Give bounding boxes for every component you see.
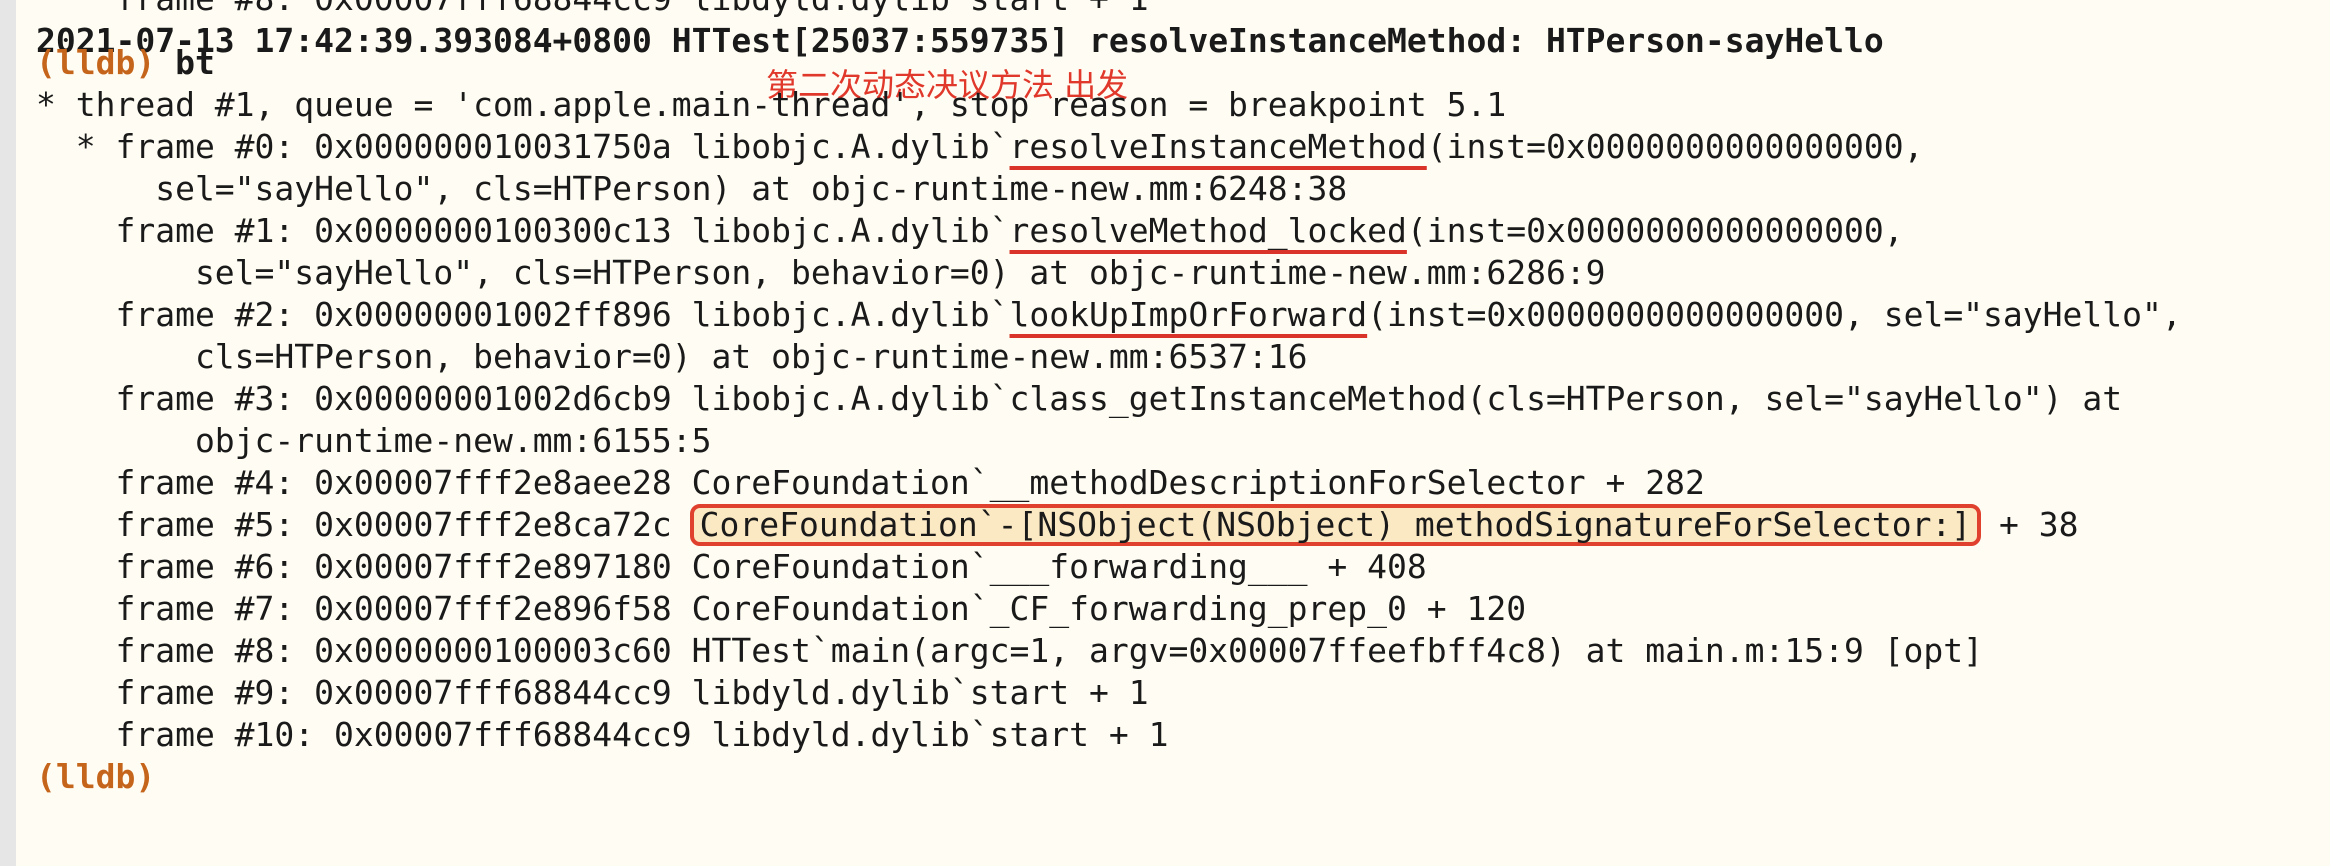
console-line-partial: frame #8: 0x00007fff68844cc9 libdyld.dyl… — [36, 0, 1148, 20]
frame-2-continuation: cls=HTPerson, behavior=0) at objc-runtim… — [36, 337, 1308, 376]
frame-4-line: frame #4: 0x00007fff2e8aee28 CoreFoundat… — [36, 463, 1705, 502]
frame-3-continuation: objc-runtime-new.mm:6155:5 — [36, 421, 712, 460]
frame-10-line: frame #10: 0x00007fff68844cc9 libdyld.dy… — [36, 715, 1169, 754]
frame-0-line: * frame #0: 0x000000010031750a libobjc.A… — [36, 127, 1924, 166]
resolve-method-locked-underline: resolveMethod_locked — [1009, 211, 1407, 250]
end-prompt-line[interactable]: (lldb) — [36, 756, 155, 798]
log-output-line: 2021-07-13 17:42:39.393084+0800 HTTest[2… — [36, 21, 1884, 60]
frame-2-line: frame #2: 0x00000001002ff896 libobjc.A.d… — [36, 295, 2182, 334]
thread-line: * thread #1, queue = 'com.apple.main-thr… — [36, 85, 1507, 124]
frame-6-line: frame #6: 0x00007fff2e897180 CoreFoundat… — [36, 547, 1427, 586]
lldb-prompt: (lldb) — [36, 43, 156, 82]
lldb-prompt-end: (lldb) — [36, 757, 156, 796]
frame-7-line: frame #7: 0x00007fff2e896f58 CoreFoundat… — [36, 589, 1527, 628]
bt-command: bt — [155, 43, 215, 82]
frame-1-line: frame #1: 0x0000000100300c13 libobjc.A.d… — [36, 211, 1904, 250]
frame-5-line: frame #5: 0x00007fff2e8ca72c CoreFoundat… — [36, 504, 2079, 546]
frame-1-continuation: sel="sayHello", cls=HTPerson, behavior=0… — [36, 253, 1606, 292]
method-signature-highlight-box: CoreFoundation`-[NSObject(NSObject) meth… — [689, 504, 1982, 546]
resolve-instance-method-underline: resolveInstanceMethod — [1009, 127, 1427, 166]
debug-console[interactable]: frame #8: 0x00007fff68844cc9 libdyld.dyl… — [0, 0, 2330, 866]
frame-3-line: frame #3: 0x00000001002d6cb9 libobjc.A.d… — [36, 379, 2123, 418]
command-line: (lldb) bt — [36, 42, 215, 84]
lookup-imp-or-forward-underline: lookUpImpOrForward — [1009, 295, 1368, 334]
frame-0-continuation: sel="sayHello", cls=HTPerson) at objc-ru… — [36, 169, 1348, 208]
frame-8-line: frame #8: 0x0000000100003c60 HTTest`main… — [36, 631, 1984, 670]
frame-9-line: frame #9: 0x00007fff68844cc9 libdyld.dyl… — [36, 673, 1149, 712]
